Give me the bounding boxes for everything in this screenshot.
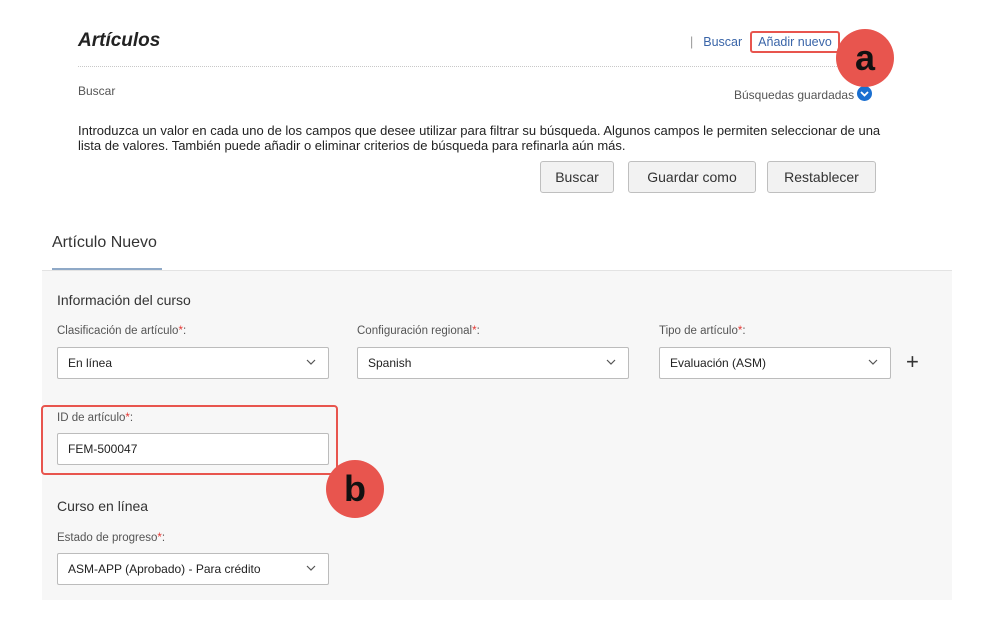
annotation-badge-b: b bbox=[326, 460, 384, 518]
online-course-heading: Curso en línea bbox=[57, 498, 149, 514]
chevron-down-icon bbox=[306, 565, 316, 571]
search-section-label: Buscar bbox=[78, 84, 116, 98]
saved-searches-label: Búsquedas guardadas bbox=[734, 88, 855, 102]
item-type-value: Evaluación (ASM) bbox=[670, 356, 767, 370]
progress-state-value: ASM-APP (Aprobado) - Para crédito bbox=[68, 562, 261, 576]
locale-value: Spanish bbox=[368, 356, 412, 370]
saved-searches-toggle[interactable]: Búsquedas guardadas bbox=[734, 85, 873, 102]
classification-select[interactable]: En línea bbox=[57, 347, 329, 379]
chevron-down-icon bbox=[868, 359, 878, 365]
reset-button[interactable]: Restablecer bbox=[767, 161, 876, 193]
locale-select[interactable]: Spanish bbox=[357, 347, 629, 379]
form-title: Artículo Nuevo bbox=[52, 234, 157, 251]
item-type-select[interactable]: Evaluación (ASM) bbox=[659, 347, 891, 379]
search-instructions: Introduzca un valor en cada uno de los c… bbox=[78, 123, 881, 153]
item-id-value: FEM-500047 bbox=[68, 442, 138, 456]
classification-label: Clasificación de artículo*: bbox=[57, 325, 187, 337]
chevron-down-icon bbox=[306, 359, 316, 365]
divider bbox=[78, 66, 883, 67]
item-id-field[interactable]: FEM-500047 bbox=[57, 433, 329, 465]
progress-state-label: Estado de progreso*: bbox=[57, 532, 166, 544]
header-links: | Buscar Añadir nuevo bbox=[690, 31, 840, 53]
add-new-link[interactable]: Añadir nuevo bbox=[750, 31, 840, 53]
link-separator: | bbox=[690, 35, 694, 49]
item-id-label: ID de artículo*: bbox=[57, 412, 134, 424]
classification-value: En línea bbox=[68, 356, 113, 370]
locale-label: Configuración regional*: bbox=[357, 325, 480, 337]
add-icon[interactable]: + bbox=[906, 351, 919, 373]
course-info-heading: Información del curso bbox=[57, 292, 191, 308]
progress-state-select[interactable]: ASM-APP (Aprobado) - Para crédito bbox=[57, 553, 329, 585]
chevron-down-circle-icon[interactable] bbox=[857, 85, 873, 101]
search-button[interactable]: Buscar bbox=[540, 161, 614, 193]
save-as-button[interactable]: Guardar como bbox=[628, 161, 756, 193]
search-link[interactable]: Buscar bbox=[703, 35, 742, 49]
annotation-badge-a: a bbox=[836, 29, 894, 87]
item-type-label: Tipo de artículo*: bbox=[659, 325, 746, 337]
tab-underline bbox=[52, 268, 162, 270]
page-title: Artículos bbox=[78, 30, 161, 51]
chevron-down-icon bbox=[606, 359, 616, 365]
